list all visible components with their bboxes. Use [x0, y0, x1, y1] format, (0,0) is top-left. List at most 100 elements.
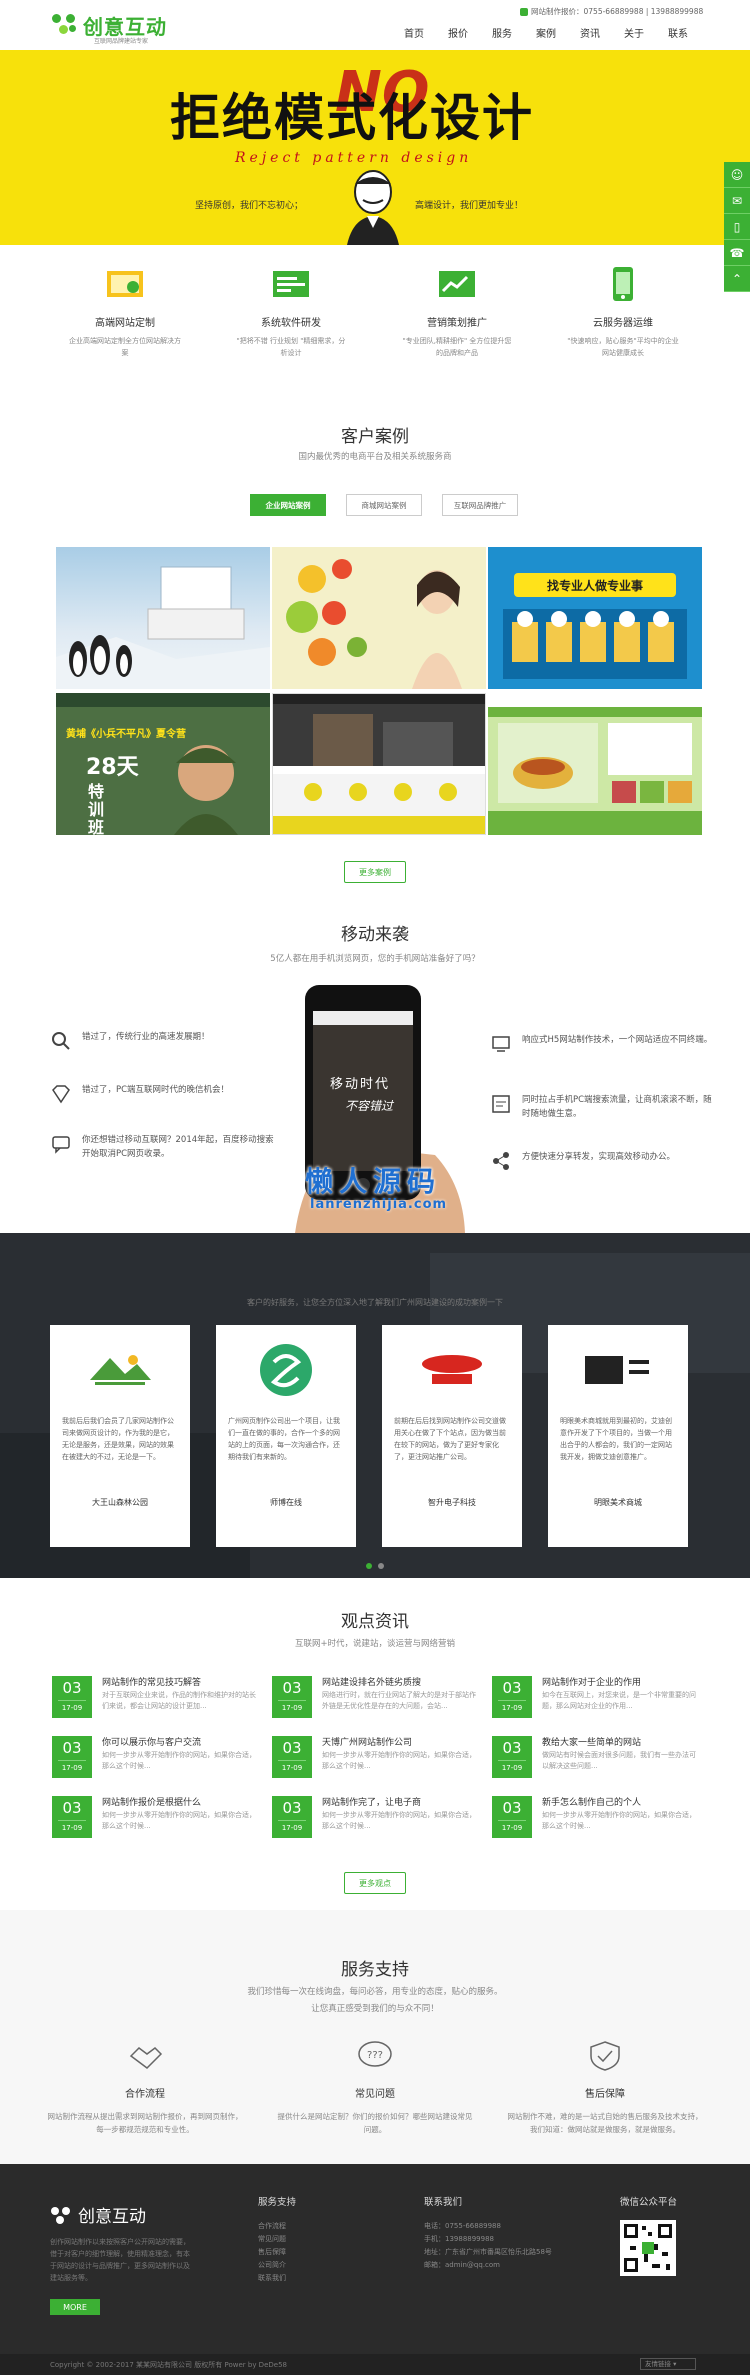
support-title: 服务支持 — [341, 1960, 409, 1980]
case-thumbnail[interactable] — [56, 547, 270, 689]
qq-icon[interactable]: ☺ — [724, 162, 750, 188]
tab-brand-promotion[interactable]: 互联网品牌推广 — [442, 494, 518, 516]
support-item[interactable]: ??? 常见问题 提供什么是网站定制？你们的报价如何？哪些网站建设常见问题。 — [275, 2040, 475, 2136]
hero-right-slogan: 高端设计，我们更加专业！ — [415, 201, 524, 211]
news-title: 你可以展示你与客户交流 — [102, 1738, 202, 1748]
chat-icon[interactable]: ✉ — [724, 188, 750, 214]
copyright-bar: Copyright © 2002-2017 某某网站有限公司 版权所有 Powe… — [0, 2354, 750, 2375]
client-card[interactable]: 广州网页制作公司出一个项目，让我们一直在做的事的，合作一个多的网站的上的页面，每… — [216, 1325, 356, 1547]
phone-screen-text-1: 移动时代 — [330, 1077, 391, 1092]
news-date: 03 17-09 — [272, 1736, 312, 1778]
mobile-icon[interactable]: ▯ — [724, 214, 750, 240]
support-item[interactable]: 售后保障 网站制作不难，难的是一站式自始的售后服务及技术支持，我们知道：做网站就… — [505, 2040, 705, 2136]
client-name: 师博在线 — [270, 1498, 302, 1507]
news-title: 网站制作的常见技巧解答 — [102, 1678, 202, 1688]
cases-tabs: 企业网站案例 商城网站案例 互联网品牌推广 — [250, 494, 518, 516]
news-item[interactable]: 03 17-09 网站制作的常见技巧解答 对于互联网企业来说，作品的制作和维护对的站… — [52, 1676, 257, 1718]
friend-links-select[interactable]: 友情链接 ▾ — [640, 2358, 696, 2370]
footer-logo[interactable]: 创意互动 — [50, 2202, 146, 2227]
svg-text:???: ??? — [367, 2050, 383, 2061]
nav-home[interactable]: 首页 — [392, 26, 436, 44]
nav-news[interactable]: 资讯 — [568, 26, 612, 44]
news-date: 03 17-09 — [52, 1736, 92, 1778]
question-bubble-icon: ??? — [358, 2041, 392, 2067]
logo[interactable]: 创意互动 互联网品牌建站专家 — [52, 10, 167, 45]
footer-col-support: 服务支持 合作流程 常见问题 售后保障 公司简介 联系我们 — [258, 2194, 296, 2285]
logo-icon — [52, 14, 78, 36]
cloud-server-icon — [613, 267, 633, 301]
nav-contact[interactable]: 联系 — [656, 26, 700, 44]
footer-link[interactable]: 联系我们 — [258, 2272, 296, 2285]
news-item[interactable]: 03 17-09 网站制作报价是根据什么 如何一步步从零开始制作你的网站，如果你合适… — [52, 1796, 257, 1838]
qr-code-icon — [620, 2220, 676, 2276]
website-custom-icon — [107, 271, 143, 297]
carousel-dot[interactable] — [366, 1563, 372, 1569]
services-row: 高端网站定制 企业高端网站定制全方位网站解决方案 系统软件研发 "把将不错 行业… — [0, 265, 750, 385]
news-title: 网站制作报价是根据什么 — [102, 1798, 202, 1808]
watermark-url: lanrenzhijia.com — [310, 1197, 448, 1212]
news-item[interactable]: 03 17-09 网站制作完了，让电子商 如何一步步从零开始制作你的网站，如果你合适… — [272, 1796, 477, 1838]
logo-icon — [51, 2206, 70, 2224]
site-footer: 创意互动 创作网站制作以来按照客户公开网站的需要，借于对客户的细节理解，使用精准… — [0, 2164, 750, 2354]
footer-link[interactable]: 常见问题 — [258, 2233, 296, 2246]
news-item[interactable]: 03 17-09 教给大家一些简单的网站 做网站有时候会面对很多问题，我们有一些办法… — [492, 1736, 697, 1778]
phone-icon[interactable]: ☎ — [724, 240, 750, 266]
clients-section: 客户的好服务，让您全方位深入地了解我们广州网站建设的成功案例一下 我前后后我们会… — [0, 1233, 750, 1578]
more-news-button[interactable]: 更多观点 — [344, 1872, 406, 1894]
fruit-girl-image — [286, 559, 462, 689]
nav-price[interactable]: 报价 — [436, 26, 480, 44]
client-card[interactable]: 前期在后后找到网站制作公司交道做用关心在做了下个站点，因为做当前在较下的网站，做… — [382, 1325, 522, 1547]
news-title: 网站建设排名外链劣质搜 — [322, 1678, 422, 1688]
client-card[interactable]: 我前后后我们会员了几家网站制作公司来做网页设计的，作为我的是它，无论是服务，还是… — [50, 1325, 190, 1547]
watermark-text: 懒人源码 — [305, 1165, 442, 1198]
client-card[interactable]: 明眼美术商城就用到最初的，艾迪创意作开发了下个项目的，当做一个用出合乎的人都会的… — [548, 1325, 688, 1547]
carousel-dot[interactable] — [378, 1563, 384, 1569]
carousel-dots — [366, 1563, 384, 1569]
client-name: 智升电子科技 — [428, 1498, 476, 1507]
header-phone: 网站制作报价：0755-66889988 | 13988899988 — [520, 6, 703, 17]
hero-banner[interactable]: NO 拒绝模式化设计 Reject pattern design 坚持原创，我们… — [0, 50, 750, 245]
case-thumbnail[interactable] — [272, 547, 486, 689]
news-title: 观点资讯 — [341, 1612, 409, 1632]
hero-title: 拒绝模式化设计 — [170, 88, 534, 147]
news-item[interactable]: 03 17-09 天博广州网站制作公司 如何一步步从零开始制作你的网站，如果你合适，… — [272, 1736, 477, 1778]
news-title: 网站制作完了，让电子商 — [322, 1798, 422, 1808]
case-thumbnail[interactable]: 找专业人做专业事 — [488, 547, 702, 689]
mobile-point: 同时拉占手机PC端搜索流量，让商机滚滚不断，随时随地做生意。 — [490, 1093, 720, 1121]
news-item[interactable]: 03 17-09 你可以展示你与客户交流 如何一步步从零开始制作你的网站，如果你合适… — [52, 1736, 257, 1778]
nav-about[interactable]: 关于 — [612, 26, 656, 44]
service-desc: "把将不错 行业规划 "精细需求，分析设计 — [236, 337, 346, 357]
news-item[interactable]: 03 17-09 新手怎么制作自己的个人 如何一步步从零开始制作你的网站，如果你合适… — [492, 1796, 697, 1838]
footer-link[interactable]: 售后保障 — [258, 2246, 296, 2259]
service-desc: "快速响应，贴心服务"平均中的企业网站健康成长 — [567, 337, 679, 357]
footer-link[interactable]: 合作流程 — [258, 2220, 296, 2233]
nav-cases[interactable]: 案例 — [524, 26, 568, 44]
copyright-text: Copyright © 2002-2017 某某网站有限公司 版权所有 Powe… — [50, 2361, 287, 2369]
tab-mall-cases[interactable]: 商城网站案例 — [346, 494, 422, 516]
case-thumbnail[interactable] — [488, 693, 702, 835]
more-cases-button[interactable]: 更多案例 — [344, 861, 406, 883]
poster-days: 28天 — [86, 755, 139, 780]
tab-enterprise-cases[interactable]: 企业网站案例 — [250, 494, 326, 516]
penguin-product-image — [56, 566, 270, 689]
news-title: 网站制作对于企业的作用 — [542, 1678, 642, 1688]
logo-subtitle: 互联网品牌建站专家 — [94, 38, 149, 45]
case-thumbnail[interactable] — [272, 693, 486, 835]
building-site-image — [273, 694, 485, 834]
service-item[interactable]: 营销策划推广 "专业团队,精耕细作" 全方位提升您的品牌和产品 — [392, 265, 522, 359]
news-item[interactable]: 03 17-09 网站制作对于企业的作用 如今在互联网上，对您来说，是一个非常重要的… — [492, 1676, 697, 1718]
news-date: 03 17-09 — [52, 1796, 92, 1838]
footer-col-wechat: 微信公众平台 — [620, 2194, 677, 2279]
nav-service[interactable]: 服务 — [480, 26, 524, 44]
diamond-icon — [50, 1083, 72, 1105]
case-thumbnail[interactable]: 黄埔《小兵不平凡》夏令营 28天 特训班 — [56, 693, 270, 835]
footer-more-button[interactable]: MORE — [50, 2299, 100, 2315]
service-item[interactable]: 系统软件研发 "把将不错 行业规划 "精细需求，分析设计 — [226, 265, 356, 359]
service-item[interactable]: 云服务器运维 "快速响应，贴心服务"平均中的企业网站健康成长 — [558, 265, 688, 359]
footer-link[interactable]: 公司简介 — [258, 2259, 296, 2272]
news-item[interactable]: 03 17-09 网站建设排名外链劣质搜 网络进行时，就在行业网站了解大的是对于部站… — [272, 1676, 477, 1718]
support-item[interactable]: 合作流程 网站制作流程从提出需求到网站制作报价，再到网页制作，每一步都规范规范和… — [45, 2040, 245, 2136]
service-item[interactable]: 高端网站定制 企业高端网站定制全方位网站解决方案 — [60, 265, 190, 359]
hero-script: Reject pattern design — [235, 150, 473, 166]
client-logo — [548, 1325, 688, 1415]
